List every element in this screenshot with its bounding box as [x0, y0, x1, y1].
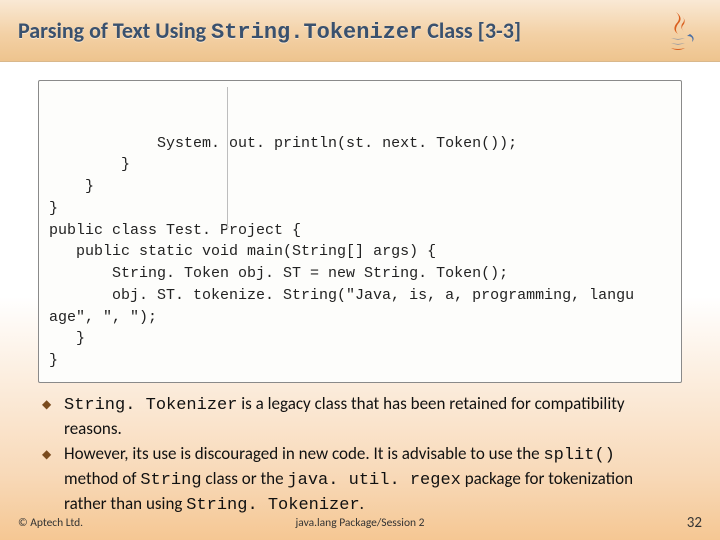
bullet-plain: method of — [64, 468, 140, 489]
code-divider — [227, 87, 228, 229]
footer-copyright: © Aptech Ltd. — [18, 516, 83, 530]
bullet-plain: class or the — [202, 468, 288, 489]
code-line: } — [49, 352, 58, 369]
bullet-mono: String. Tokenizer — [186, 496, 359, 515]
code-line: public class Test. Project { — [49, 222, 301, 239]
code-line: } — [49, 200, 58, 217]
code-line: obj. ST. tokenize. String("Java, is, a, … — [49, 287, 634, 304]
list-item: ◆ String. Tokenizer is a legacy class th… — [42, 393, 678, 441]
bullet-mono: String. Tokenizer — [64, 396, 237, 415]
slide-number: 32 — [687, 514, 702, 532]
code-line: String. Token obj. ST = new String. Toke… — [49, 265, 508, 282]
bullet-text: String. Tokenizer is a legacy class that… — [64, 393, 678, 441]
slide-title: Parsing of Text Using String.Tokenizer C… — [18, 17, 521, 45]
java-logo-icon — [654, 6, 702, 54]
bullet-icon: ◆ — [42, 443, 64, 462]
bullet-mono: java. util. regex — [287, 471, 460, 490]
title-pre: Parsing of Text Using — [18, 17, 211, 44]
code-snippet: System. out. println(st. next. Token());… — [38, 80, 682, 383]
bullet-icon: ◆ — [42, 393, 64, 412]
bullet-mono: split() — [543, 446, 614, 465]
code-line: public static void main(String[] args) { — [49, 243, 436, 260]
code-line: } — [49, 178, 94, 195]
list-item: ◆ However, its use is discouraged in new… — [42, 443, 678, 518]
code-line: } — [49, 156, 130, 173]
title-post: Class [3-3] — [422, 17, 521, 44]
code-line: System. out. println(st. next. Token()); — [49, 135, 517, 152]
title-bar: Parsing of Text Using String.Tokenizer C… — [0, 0, 720, 62]
bullet-plain: . — [360, 493, 364, 514]
slide-footer: © Aptech Ltd. java.lang Package/Session … — [0, 514, 720, 532]
bullet-mono: String — [140, 471, 201, 490]
bullet-list: ◆ String. Tokenizer is a legacy class th… — [42, 393, 678, 518]
code-line: age", ", "); — [49, 309, 157, 326]
code-line: } — [49, 330, 85, 347]
title-mono: String.Tokenizer — [211, 20, 422, 45]
bullet-plain: However, its use is discouraged in new c… — [64, 443, 543, 464]
bullet-text: However, its use is discouraged in new c… — [64, 443, 678, 518]
footer-title: java.lang Package/Session 2 — [296, 516, 425, 530]
